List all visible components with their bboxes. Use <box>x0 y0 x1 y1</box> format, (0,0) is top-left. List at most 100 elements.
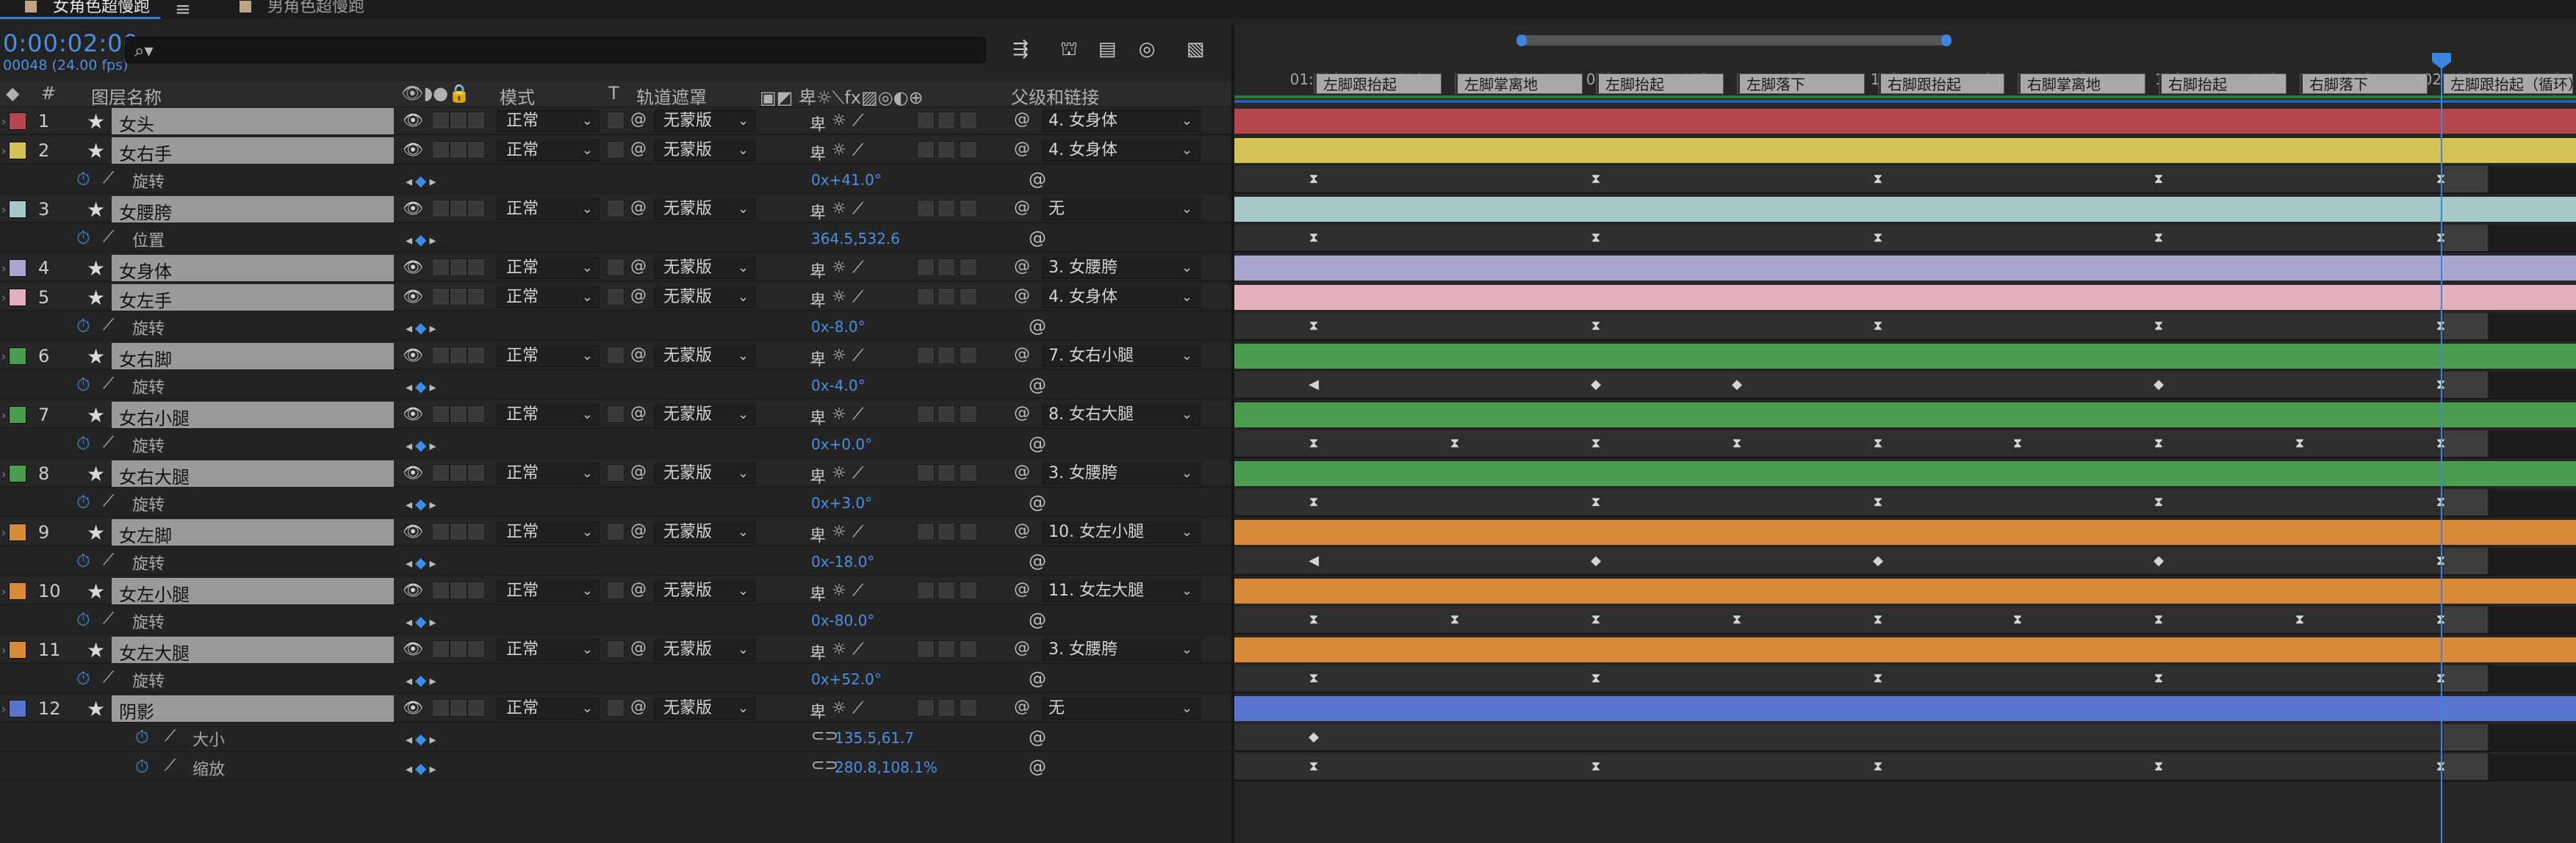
visibility-eye-icon[interactable]: 👁 <box>403 200 423 218</box>
switch-box[interactable] <box>917 288 935 305</box>
layer-row[interactable]: › 4 ★ 女身体 👁 正常 ⌄ @ 无蒙版 ⌄ 卑 ☼ ⟋ @3. 女腰胯 ⌄ <box>0 254 1231 282</box>
parent-dropdown[interactable]: 3. 女腰胯 ⌄ <box>1042 639 1201 661</box>
keyframe-icon[interactable]: ⧗ <box>1306 671 1321 686</box>
switch-box[interactable] <box>960 141 977 159</box>
col-mode[interactable]: 模式 <box>500 83 535 109</box>
preserve-transparency-box[interactable] <box>607 347 625 364</box>
quality-switch-icon[interactable]: ☼ <box>832 258 849 277</box>
mode-dropdown[interactable]: 正常 ⌄ <box>497 521 600 543</box>
layer-name-field[interactable]: 女左小腿 <box>112 578 394 605</box>
track-matte-dropdown[interactable]: 无蒙版 ⌄ <box>654 639 755 661</box>
keyframe-navigator[interactable]: ◂ ◆ ▸ <box>406 671 436 689</box>
layer-name-field[interactable]: 女右大腿 <box>112 460 394 488</box>
property-row[interactable]: ⏱ ⟋ 旋转 ◂ ◆ ▸ 0x+41.0° @ <box>0 166 1231 194</box>
shy-switch-icon[interactable]: 卑 <box>810 200 827 222</box>
property-value[interactable]: 0x+41.0° <box>811 171 882 189</box>
switch-box[interactable] <box>960 288 977 305</box>
property-keyframe-track[interactable]: ⧗⧗⧗⧗⧗ <box>1234 753 2576 781</box>
label-color-swatch[interactable] <box>9 289 26 306</box>
switch-box[interactable] <box>467 112 485 129</box>
parent-dropdown[interactable]: 4. 女身体 ⌄ <box>1042 110 1201 132</box>
composition-marker[interactable]: 右脚抬起 <box>2159 73 2287 94</box>
property-value[interactable]: 135.5,61.7 <box>835 729 914 747</box>
graph-icon[interactable]: ⟋ <box>165 756 176 775</box>
layer-name-field[interactable]: 阴影 <box>112 695 394 723</box>
matte-link-spiral-icon[interactable]: @ <box>630 521 647 540</box>
label-color-swatch[interactable] <box>9 347 26 365</box>
visibility-eye-icon[interactable]: 👁 <box>403 582 423 600</box>
current-timecode[interactable]: 0:00:02:00 <box>3 29 139 57</box>
switch-box[interactable] <box>450 699 467 717</box>
motion-blur-switch-icon[interactable]: ⟋ <box>852 258 870 277</box>
label-color-swatch[interactable] <box>9 142 26 159</box>
mode-dropdown[interactable]: 正常 ⌄ <box>497 639 600 661</box>
layer-row[interactable]: › 12 ★ 阴影 👁 正常 ⌄ @ 无蒙版 ⌄ 卑 ☼ ⟋ @ 无 ⌄ <box>0 695 1231 723</box>
graph-icon[interactable]: ⟋ <box>103 551 114 569</box>
label-color-swatch[interactable] <box>9 112 26 130</box>
motion-blur-switch-icon[interactable]: ⟋ <box>852 141 870 159</box>
property-value[interactable]: 0x-80.0° <box>811 612 874 629</box>
layer-name-field[interactable]: 女身体 <box>112 255 394 282</box>
property-keyframe-track[interactable]: ⧗⧗⧗⧗⧗ <box>1234 665 2576 693</box>
expand-chevron-icon[interactable]: › <box>1 261 9 275</box>
property-value[interactable]: 0x-18.0° <box>811 553 874 571</box>
layer-duration-bar[interactable] <box>1234 342 2576 370</box>
switch-box[interactable] <box>467 405 485 423</box>
expression-pick-whip-icon[interactable]: @ <box>1029 609 1046 630</box>
quality-switch-icon[interactable]: ☼ <box>832 112 849 130</box>
switch-box[interactable] <box>467 699 485 717</box>
switch-box[interactable] <box>960 699 977 717</box>
keyframe-icon[interactable]: ◆ <box>1871 554 1885 568</box>
composition-marker[interactable]: 右脚落下 <box>2300 73 2428 94</box>
col-layer-name[interactable]: 图层名称 <box>91 83 162 109</box>
composition-marker[interactable]: 左脚跟抬起（循环） <box>2441 73 2573 94</box>
switch-box[interactable] <box>432 258 450 276</box>
keyframe-navigator[interactable]: ◂ ◆ ▸ <box>406 436 436 454</box>
expand-chevron-icon[interactable]: › <box>1 203 9 217</box>
parent-pick-whip-icon[interactable]: @ <box>1014 198 1030 217</box>
switch-box[interactable] <box>917 582 935 599</box>
switch-box[interactable] <box>960 464 977 482</box>
layer-row[interactable]: › 7 ★ 女右小腿 👁 正常 ⌄ @ 无蒙版 ⌄ 卑 ☼ ⟋ @8. 女右大腿 ⌄ <box>0 401 1231 429</box>
layer-duration-bar[interactable] <box>1234 577 2576 605</box>
quality-switch-icon[interactable]: ☼ <box>832 405 849 424</box>
graph-icon[interactable]: ⟋ <box>103 609 114 628</box>
matte-link-spiral-icon[interactable]: @ <box>630 257 647 275</box>
graph-icon[interactable]: ⟋ <box>103 316 114 334</box>
switch-box[interactable] <box>938 640 955 658</box>
keyframe-navigator[interactable]: ◂ ◆ ▸ <box>406 759 436 777</box>
layer-row[interactable]: › 6 ★ 女右脚 👁 正常 ⌄ @ 无蒙版 ⌄ 卑 ☼ ⟋ @7. 女右小腿 ⌄ <box>0 342 1231 370</box>
track-matte-dropdown[interactable]: 无蒙版 ⌄ <box>654 698 755 720</box>
switch-box[interactable] <box>467 141 485 159</box>
switch-box[interactable] <box>917 523 935 540</box>
switch-box[interactable] <box>960 347 977 364</box>
keyframe-icon[interactable]: ⧗ <box>2010 436 2025 451</box>
tab-comp-female[interactable]: 女角色超慢跑 <box>0 0 161 19</box>
time-navigator[interactable] <box>1517 35 1951 46</box>
parent-pick-whip-icon[interactable]: @ <box>1014 580 1030 598</box>
layer-duration-bar[interactable] <box>1234 137 2576 164</box>
keyframe-icon[interactable]: ◆ <box>2151 554 2166 568</box>
track-matte-dropdown[interactable]: 无蒙版 ⌄ <box>654 404 755 426</box>
switch-box[interactable] <box>450 112 467 129</box>
visibility-eye-icon[interactable]: 👁 <box>403 112 423 130</box>
keyframe-icon[interactable]: ⧗ <box>1871 319 1885 333</box>
expand-chevron-icon[interactable]: › <box>1 702 9 716</box>
quality-switch-icon[interactable]: ☼ <box>832 640 849 659</box>
parent-dropdown[interactable]: 10. 女左小腿 ⌄ <box>1042 521 1201 543</box>
keyframe-icon[interactable]: ⧗ <box>2010 612 2025 627</box>
switch-box[interactable] <box>938 582 955 599</box>
mode-dropdown[interactable]: 正常 ⌄ <box>497 463 600 485</box>
layer-name-field[interactable]: 女右小腿 <box>112 402 394 429</box>
switch-box[interactable] <box>467 288 485 305</box>
shy-switch-icon[interactable]: 卑 <box>810 288 827 311</box>
layer-name-field[interactable]: 女左手 <box>112 284 394 311</box>
expression-pick-whip-icon[interactable]: @ <box>1029 668 1046 689</box>
graph-icon[interactable]: ⟋ <box>103 169 114 187</box>
motion-blur-switch-icon[interactable]: ⟋ <box>852 112 870 130</box>
keyframe-icon[interactable]: ◆ <box>1306 730 1321 745</box>
layer-name-field[interactable]: 女右手 <box>112 137 394 164</box>
stopwatch-icon[interactable]: ⏱ <box>76 492 90 513</box>
keyframe-icon[interactable]: ⧗ <box>1871 759 1885 774</box>
keyframe-icon[interactable]: ⧗ <box>1589 319 1603 333</box>
